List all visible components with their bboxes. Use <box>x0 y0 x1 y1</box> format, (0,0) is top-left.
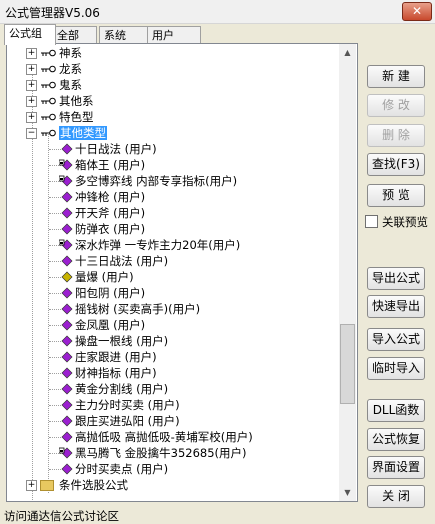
tree-formula-item[interactable]: 庄家跟进 (用户) <box>75 349 157 365</box>
formula-tree[interactable]: + 神系 + 龙系 + 鬼系 + 其他系 + 特色型 − 其他类型 十日战法 (用户) 箱体王 (用户) 多… <box>6 43 358 502</box>
preview-button[interactable]: 预 览 <box>367 184 425 207</box>
tree-expander-icon[interactable]: + <box>26 96 37 107</box>
tree-group-label[interactable]: 龙系 <box>59 61 82 77</box>
delete-button[interactable]: 删 除 <box>367 124 425 147</box>
tree-group-label[interactable]: 神系 <box>59 45 82 61</box>
tree-formula-item[interactable]: 冲锋枪 (用户) <box>75 189 145 205</box>
formula-icon <box>61 303 73 315</box>
tree-expander-icon[interactable]: + <box>26 480 37 491</box>
formula-icon <box>61 207 73 219</box>
formula-icon <box>61 223 73 235</box>
tree-scrollbar[interactable]: ▲ ▼ <box>339 44 356 501</box>
tree-formula-item[interactable]: 防弹衣 (用户) <box>75 221 145 237</box>
dll-function-button[interactable]: DLL函数 <box>367 399 425 422</box>
link-preview-checkbox[interactable] <box>365 215 378 228</box>
tab-formula-group[interactable]: 公式组 <box>4 24 56 45</box>
locked-formula-icon <box>59 175 73 187</box>
formula-icon <box>61 415 73 427</box>
formula-icon <box>61 271 73 283</box>
tree-formula-item[interactable]: 财神指标 (用户) <box>75 365 157 381</box>
tree-expander-icon[interactable]: + <box>26 80 37 91</box>
tree-group-label[interactable]: 其他类型 <box>59 125 107 141</box>
tree-group-text: 鬼系 <box>59 78 82 92</box>
tree-expander-icon[interactable]: + <box>26 64 37 75</box>
formula-restore-button[interactable]: 公式恢复 <box>367 428 425 451</box>
formula-icon <box>61 351 73 363</box>
tree-group-label[interactable]: 其他系 <box>59 93 94 109</box>
tree-expander-icon[interactable]: + <box>26 112 37 123</box>
formula-icon <box>61 255 73 267</box>
formula-icon <box>61 287 73 299</box>
tree-group-text: 神系 <box>59 46 82 60</box>
tree-expander-icon[interactable]: − <box>26 128 37 139</box>
import-formula-button[interactable]: 导入公式 <box>367 328 425 351</box>
tree-formula-item[interactable]: 多空博弈线 内部专享指标(用户) <box>75 173 237 189</box>
locked-formula-icon <box>59 239 73 251</box>
formula-icon <box>61 335 73 347</box>
tree-formula-item[interactable]: 摇钱树 (买卖高手)(用户) <box>75 301 200 317</box>
tree-formula-item[interactable]: 阳包阴 (用户) <box>75 285 145 301</box>
ui-settings-button[interactable]: 界面设置 <box>367 456 425 479</box>
key-group-icon <box>41 81 56 89</box>
tree-formula-item[interactable]: 黑马腾飞 金股擒牛352685(用户) <box>75 445 247 461</box>
formula-icon <box>61 383 73 395</box>
tree-group-text: 其他类型 <box>59 126 107 140</box>
key-group-icon <box>41 97 56 105</box>
tree-branch-line <box>48 133 49 493</box>
scroll-down-arrow-icon[interactable]: ▼ <box>339 484 356 501</box>
status-bar: 访问通达信公式讨论区 <box>0 508 435 523</box>
formula-icon <box>61 143 73 155</box>
tree-formula-item[interactable]: 金凤凰 (用户) <box>75 317 145 333</box>
window-title: 公式管理器V5.06 <box>5 6 100 20</box>
formula-icon <box>61 191 73 203</box>
temp-import-button[interactable]: 临时导入 <box>367 357 425 380</box>
tree-formula-item[interactable]: 开天斧 (用户) <box>75 205 145 221</box>
tree-formula-item[interactable]: 黄金分割线 (用户) <box>75 381 168 397</box>
formula-icon <box>61 399 73 411</box>
close-button[interactable]: 关 闭 <box>367 485 425 508</box>
link-preview-label: 关联预览 <box>382 215 428 229</box>
tree-expander-icon[interactable]: + <box>26 48 37 59</box>
locked-formula-icon <box>59 447 73 459</box>
tree-group-label[interactable]: 条件选股公式 <box>59 477 128 493</box>
formula-icon <box>61 319 73 331</box>
export-formula-button[interactable]: 导出公式 <box>367 267 425 290</box>
tree-formula-item[interactable]: 分时买卖点 (用户) <box>75 461 168 477</box>
formula-icon <box>61 463 73 475</box>
tree-group-label[interactable]: 鬼系 <box>59 77 82 93</box>
tree-group-label[interactable]: 特色型 <box>59 109 94 125</box>
tree-group-text: 龙系 <box>59 62 82 76</box>
tree-group-text: 其他系 <box>59 94 94 108</box>
key-group-icon <box>41 49 56 57</box>
quick-export-button[interactable]: 快速导出 <box>367 295 425 318</box>
forum-link[interactable]: 访问通达信公式讨论区 <box>4 508 119 524</box>
formula-icon <box>61 367 73 379</box>
tree-formula-item[interactable]: 量爆 (用户) <box>75 269 134 285</box>
scroll-up-arrow-icon[interactable]: ▲ <box>339 44 356 61</box>
key-group-icon <box>41 65 56 73</box>
find-button[interactable]: 查找(F3) <box>367 153 425 176</box>
tab-system[interactable]: 系统 <box>99 26 153 44</box>
tree-formula-item[interactable]: 十三日战法 (用户) <box>75 253 168 269</box>
formula-icon <box>61 431 73 443</box>
tree-formula-item[interactable]: 跟庄买进弘阳 (用户) <box>75 413 180 429</box>
tree-formula-item[interactable]: 深水炸弹 一专炸主力20年(用户) <box>75 237 240 253</box>
tab-user[interactable]: 用户 <box>147 26 201 44</box>
tree-formula-item[interactable]: 操盘一根线 (用户) <box>75 333 168 349</box>
tree-formula-item[interactable]: 主力分时买卖 (用户) <box>75 397 180 413</box>
tree-formula-item[interactable]: 箱体王 (用户) <box>75 157 145 173</box>
tree-formula-item[interactable]: 十日战法 (用户) <box>75 141 157 157</box>
tree-formula-item[interactable]: 高抛低吸 高抛低吸-黄埔军校(用户) <box>75 429 253 445</box>
tree-group-text: 特色型 <box>59 110 94 124</box>
locked-formula-icon <box>59 159 73 171</box>
close-window-button[interactable]: ✕ <box>402 2 432 21</box>
key-group-icon <box>41 113 56 121</box>
tree-content: + 神系 + 龙系 + 鬼系 + 其他系 + 特色型 − 其他类型 十日战法 (用户) 箱体王 (用户) 多… <box>7 44 339 501</box>
folder-icon <box>40 480 54 491</box>
edit-button[interactable]: 修 改 <box>367 94 425 117</box>
title-bar: 公式管理器V5.06 ✕ <box>0 0 435 24</box>
new-button[interactable]: 新 建 <box>367 65 425 88</box>
scroll-thumb[interactable] <box>340 324 355 404</box>
tab-all[interactable]: 全部 <box>52 26 97 44</box>
